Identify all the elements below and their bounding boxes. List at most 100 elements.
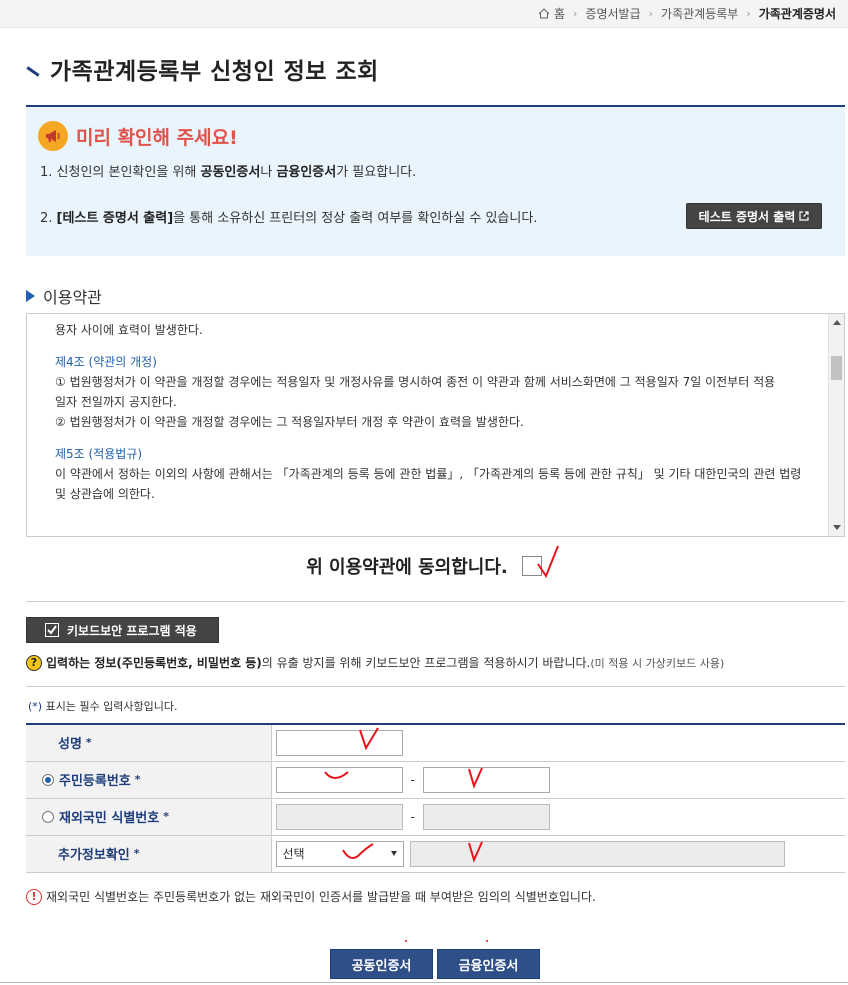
- keyboard-note: ? 입력하는 정보 (주민등록번호, 비밀번호 등) 의 유출 방지를 위해 키보드…: [26, 654, 724, 671]
- terms-line: 일자 전일까지 공지한다.: [55, 395, 177, 409]
- rrn-label-cell: 주민등록번호 *: [26, 761, 272, 799]
- form-row-foreign: 재외국민 식별번호 * -: [26, 798, 845, 836]
- breadcrumb-cert-issue[interactable]: 증명서발급: [585, 5, 640, 22]
- extra-field-cell: 선택: [271, 835, 845, 873]
- dash: -: [410, 809, 415, 824]
- terms-line: 및 상관습에 의한다.: [55, 487, 155, 501]
- terms-scroll-box[interactable]: 용자 사이에 효력이 발생한다. 제4조 (약관의 개정) ① 법원행정처가 이…: [26, 313, 845, 537]
- terms-scrollbar[interactable]: [828, 314, 844, 536]
- agree-row: 위 이용약관에 동의합니다.: [0, 553, 848, 579]
- name-label-cell: 성명 *: [26, 724, 272, 762]
- scroll-down-icon[interactable]: [833, 525, 841, 530]
- notice-bold: 금융인증서: [276, 165, 337, 180]
- form-row-rrn: 주민등록번호 * -: [26, 761, 845, 799]
- terms-content: 용자 사이에 효력이 발생한다. 제4조 (약관의 개정) ① 법원행정처가 이…: [55, 320, 815, 504]
- name-input[interactable]: [275, 729, 403, 756]
- required-star: *: [133, 847, 140, 860]
- scroll-thumb[interactable]: [831, 356, 842, 380]
- rrn-radio[interactable]: [42, 773, 54, 786]
- terms-article-title: 제4조 (약관의 개정): [55, 355, 157, 369]
- keyboard-security-label: 키보드보안 프로그램 적용: [67, 623, 197, 638]
- notice-text: 1. 신청인의 본인확인을 위해: [40, 165, 201, 180]
- checkbox-checked-icon: [45, 623, 59, 637]
- dash: -: [410, 772, 415, 787]
- required-star: *: [85, 736, 92, 750]
- notice-header: 미리 확인해 주세요!: [38, 121, 238, 151]
- form-row-name: 성명 *: [26, 724, 845, 762]
- scroll-up-icon[interactable]: [833, 320, 841, 325]
- notice-box: 미리 확인해 주세요! 1. 신청인의 본인확인을 위해 공동인증서나 금융인증…: [26, 105, 845, 256]
- chevron-right-icon: ›: [648, 7, 654, 20]
- keyboard-note-muted: (미 적용 시 가상키보드 사용): [590, 656, 725, 670]
- notice-text: 나: [260, 165, 277, 180]
- extra-label-cell: 추가정보확인 *: [26, 835, 272, 873]
- agree-checkbox[interactable]: [521, 556, 542, 576]
- home-icon: [538, 8, 550, 19]
- rrn-label: 주민등록번호: [59, 774, 131, 789]
- annotation-dot-icon: [486, 940, 488, 942]
- extra-info-select[interactable]: 선택: [275, 840, 404, 867]
- extra-info-input: [409, 840, 785, 867]
- required-star: *: [134, 773, 141, 786]
- breadcrumb: 홈 › 증명서발급 › 가족관계등록부 › 가족관계증명서: [538, 5, 836, 22]
- test-print-label: 테스트 증명서 출력: [698, 209, 796, 224]
- annotation-dot-icon: [405, 940, 407, 942]
- keyboard-note-bold: (주민등록번호, 비밀번호 등): [116, 656, 262, 670]
- triangle-right-icon: [26, 290, 35, 302]
- megaphone-icon: [38, 121, 68, 151]
- bottom-divider: [0, 982, 848, 983]
- question-icon: ?: [26, 654, 42, 671]
- select-value: 선택: [282, 847, 305, 861]
- exclamation-icon: !: [26, 888, 42, 905]
- test-print-button[interactable]: 테스트 증명서 출력: [686, 203, 822, 229]
- agree-label: 위 이용약관에 동의합니다.: [306, 557, 508, 578]
- foreign-radio[interactable]: [42, 810, 54, 823]
- rrn-back-input[interactable]: [422, 766, 550, 793]
- breadcrumb-family-register[interactable]: 가족관계등록부: [661, 5, 738, 22]
- applicant-form: 성명 * 주민등록번호 * - 재외국민 식별번호 * - 추가정보확인 * 선…: [26, 723, 845, 873]
- keyboard-note-bold: 입력하는 정보: [46, 656, 117, 670]
- dropdown-arrow-icon: [390, 851, 397, 856]
- notice-line-2: 2. [테스트 증명서 출력]을 통해 소유하신 프린터의 정상 출력 여부를 …: [40, 207, 537, 226]
- foreign-note-text: 재외국민 식별번호는 주민등록번호가 없는 재외국민이 인증서를 발급받을 때 …: [46, 890, 596, 904]
- name-label: 성명: [58, 737, 82, 753]
- public-cert-button[interactable]: 공동인증서: [330, 949, 433, 979]
- chevron-right-icon: ›: [746, 7, 751, 20]
- page-title: 가족관계등록부 신청인 정보 조회: [50, 59, 379, 85]
- financial-cert-button[interactable]: 금융인증서: [437, 949, 540, 979]
- external-link-icon: [799, 211, 809, 221]
- foreign-front-input: [275, 803, 403, 830]
- required-note-text: 표시는 필수 입력사항입니다.: [42, 700, 178, 713]
- terms-line: 용자 사이에 효력이 발생한다.: [55, 323, 203, 337]
- notice-line-1: 1. 신청인의 본인확인을 위해 공동인증서나 금융인증서가 필요합니다.: [40, 161, 416, 180]
- foreign-label: 재외국민 식별번호: [59, 811, 160, 826]
- cert-buttons: 공동인증서 금융인증서: [330, 949, 544, 979]
- title-mark-icon: [26, 65, 40, 77]
- notice-bold: [테스트 증명서 출력]: [56, 211, 174, 226]
- terms-heading-text: 이용약관: [43, 288, 102, 307]
- keyboard-note-text: 의 유출 방지를 위해 키보드보안 프로그램을 적용하시기 바랍니다.: [261, 656, 591, 670]
- notice-text: 을 통해 소유하신 프린터의 정상 출력 여부를 확인하실 수 있습니다.: [173, 211, 538, 226]
- terms-line: ② 법원행정처가 이 약관을 개정할 경우에는 그 적용일자부터 개정 후 약관…: [55, 415, 524, 429]
- breadcrumb-bar: 홈 › 증명서발급 › 가족관계등록부 › 가족관계증명서: [0, 0, 848, 28]
- breadcrumb-current: 가족관계증명서: [758, 7, 836, 21]
- rrn-front-input[interactable]: [275, 766, 403, 793]
- foreign-note: ! 재외국민 식별번호는 주민등록번호가 없는 재외국민이 인증서를 발급받을 …: [26, 888, 596, 905]
- terms-line: ① 법원행정처가 이 약관을 개정할 경우에는 적용일자 및 개정사유를 명시하…: [55, 375, 776, 389]
- keyboard-security-button[interactable]: 키보드보안 프로그램 적용: [26, 617, 219, 643]
- extra-label: 추가정보확인: [58, 848, 130, 863]
- foreign-back-input: [422, 803, 550, 830]
- notice-text: 가 필요합니다.: [336, 165, 417, 180]
- notice-bold: 공동인증서: [200, 165, 261, 180]
- notice-title: 미리 확인해 주세요!: [76, 126, 238, 149]
- terms-article-title: 제5조 (적용법규): [55, 447, 143, 461]
- foreign-label-cell: 재외국민 식별번호 *: [26, 798, 272, 836]
- required-star: (*): [28, 700, 43, 713]
- foreign-field-cell: -: [271, 798, 845, 836]
- terms-heading: 이용약관: [26, 284, 102, 308]
- form-row-extra: 추가정보확인 * 선택: [26, 835, 845, 873]
- breadcrumb-home[interactable]: 홈: [554, 5, 565, 22]
- divider: [26, 686, 845, 687]
- page-title-row: 가족관계등록부 신청인 정보 조회: [26, 52, 379, 86]
- name-field-cell: [271, 724, 845, 762]
